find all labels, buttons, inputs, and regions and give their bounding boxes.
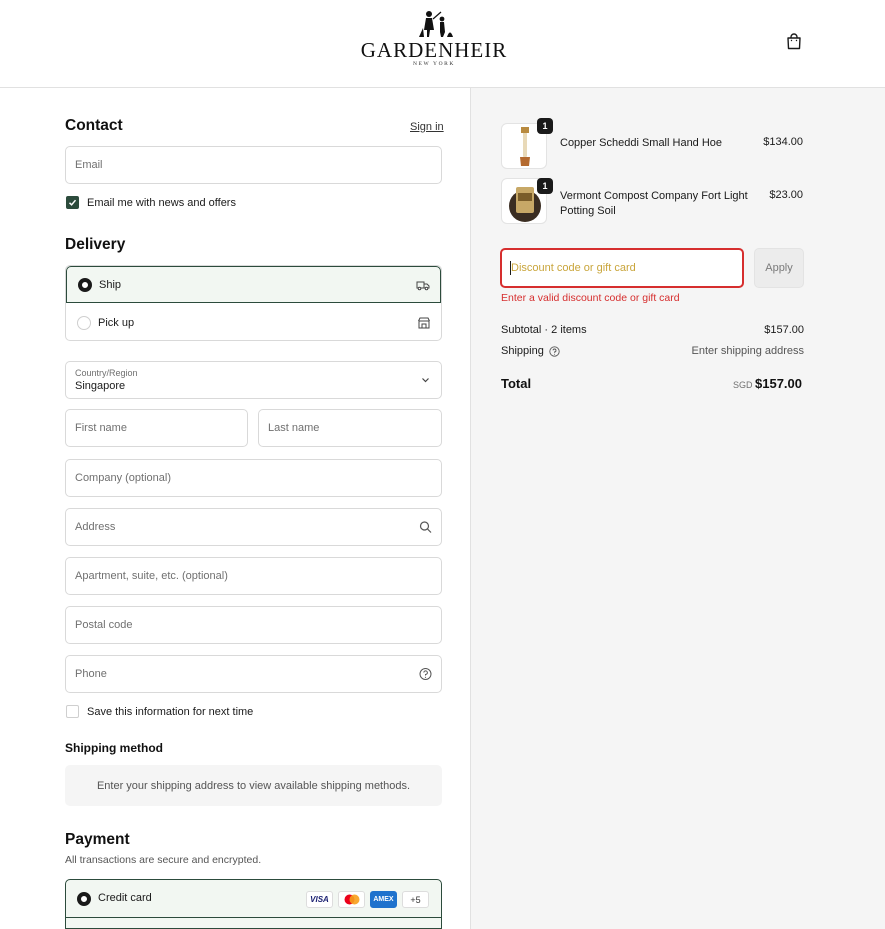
subtotal-label: Subtotal · 2 items [501, 324, 587, 336]
save-info-checkbox-row[interactable]: Save this information for next time [66, 705, 253, 718]
item-name-line: Potting Soil [560, 205, 616, 217]
ship-radio[interactable] [78, 277, 92, 292]
apartment-field[interactable]: Apartment, suite, etc. (optional) [65, 557, 442, 595]
subtotal-value: $157.00 [764, 324, 804, 336]
total-label: Total [501, 376, 532, 391]
mastercard-icon [338, 891, 365, 908]
credit-card-radio[interactable] [77, 892, 91, 906]
item-quantity-badge: 1 [537, 178, 553, 194]
help-circle-icon[interactable] [419, 668, 432, 681]
payment-subtitle: All transactions are secure and encrypte… [65, 854, 262, 866]
postal-code-placeholder: Postal code [75, 619, 133, 631]
last-name-placeholder: Last name [268, 422, 320, 434]
apply-discount-button[interactable]: Apply [754, 248, 804, 288]
apartment-placeholder: Apartment, suite, etc. (optional) [75, 570, 228, 582]
country-value: Singapore [75, 380, 126, 392]
shipping-method-message: Enter your shipping address to view avai… [96, 779, 411, 792]
newsletter-label: Email me with news and offers [87, 196, 236, 209]
shipping-method-notice: Enter your shipping address to view avai… [65, 765, 442, 806]
shipping-label-text: Shipping [501, 345, 544, 357]
truck-icon [416, 281, 430, 290]
gardener-emblem-icon [419, 11, 453, 37]
delivery-heading: Delivery [65, 236, 126, 253]
chevron-down-icon [422, 378, 429, 383]
total-value: $157.00 [755, 376, 802, 391]
subtotal-label-text: Subtotal · 2 items [501, 324, 587, 336]
mastercard-circles [344, 894, 359, 905]
last-name-field[interactable]: Last name [258, 409, 442, 447]
item-price: $23.00 [769, 189, 803, 201]
delivery-option-pickup[interactable]: Pick up [66, 304, 441, 340]
brand-logo[interactable]: GARDENHEIR NEW YORK [356, 10, 512, 72]
address-placeholder: Address [75, 521, 116, 533]
discount-placeholder: Discount code or gift card [511, 262, 636, 274]
header: GARDENHEIR NEW YORK [0, 0, 885, 88]
delivery-method-group: Ship Pick up [65, 265, 442, 341]
item-name-line: Vermont Compost Company Fort Light [560, 190, 748, 202]
pickup-radio[interactable] [77, 315, 91, 330]
item-name: Copper Scheddi Small Hand Hoe [560, 137, 723, 149]
visa-icon: VISA [306, 891, 333, 908]
company-field[interactable]: Company (optional) [65, 459, 442, 497]
discount-code-field[interactable]: Discount code or gift card [500, 248, 744, 288]
save-info-checkbox[interactable] [66, 705, 79, 718]
search-icon [419, 521, 432, 533]
item-quantity-badge: 1 [537, 118, 553, 134]
more-cards-badge: +5 [402, 891, 429, 908]
store-icon [418, 317, 430, 328]
delivery-option-ship[interactable]: Ship [66, 266, 441, 303]
payment-heading: Payment [65, 831, 130, 848]
postal-code-field[interactable]: Postal code [65, 606, 442, 644]
discount-error-message: Enter a valid discount code or gift card [501, 292, 680, 304]
shipping-value: Enter shipping address [691, 345, 804, 357]
phone-placeholder: Phone [75, 668, 107, 680]
pickup-label: Pick up [98, 316, 135, 329]
email-placeholder: Email [75, 159, 103, 171]
phone-field[interactable]: Phone [65, 655, 442, 693]
credit-card-label: Credit card [98, 892, 152, 904]
country-select[interactable]: Country/Region Singapore [65, 361, 442, 399]
company-placeholder: Company (optional) [75, 472, 171, 484]
logo-wordmark: GARDENHEIR [360, 38, 508, 62]
save-info-label: Save this information for next time [87, 705, 254, 718]
first-name-placeholder: First name [75, 422, 127, 434]
email-field[interactable]: Email [65, 146, 442, 184]
item-price: $134.00 [763, 136, 803, 148]
address-field[interactable]: Address [65, 508, 442, 546]
newsletter-checkbox-row[interactable]: Email me with news and offers [66, 196, 236, 209]
payment-option-credit-card[interactable]: Credit card VISA AMEX +5 [65, 879, 442, 929]
order-summary: 1 Copper Scheddi Small Hand Hoe $134.00 … [470, 88, 885, 929]
sign-in-link[interactable]: Sign in [410, 121, 444, 133]
checkmark-icon [68, 199, 77, 206]
first-name-field[interactable]: First name [65, 409, 248, 447]
item-name: Vermont Compost Company Fort Light Potti… [560, 189, 748, 219]
shipping-label: Shipping [501, 345, 560, 357]
credit-card-header[interactable]: Credit card VISA AMEX +5 [66, 880, 441, 918]
ship-label: Ship [99, 278, 122, 291]
help-circle-icon[interactable] [549, 345, 560, 357]
newsletter-checkbox[interactable] [66, 196, 79, 209]
currency-code: SGD [733, 380, 753, 390]
amex-icon: AMEX [370, 891, 397, 908]
shipping-method-heading: Shipping method [65, 741, 163, 755]
country-label: Country/Region [75, 368, 138, 378]
checkout-form: Contact Sign in Email Email me with news… [0, 88, 470, 929]
contact-heading: Contact [65, 117, 123, 134]
shopping-bag-icon[interactable] [786, 33, 802, 50]
